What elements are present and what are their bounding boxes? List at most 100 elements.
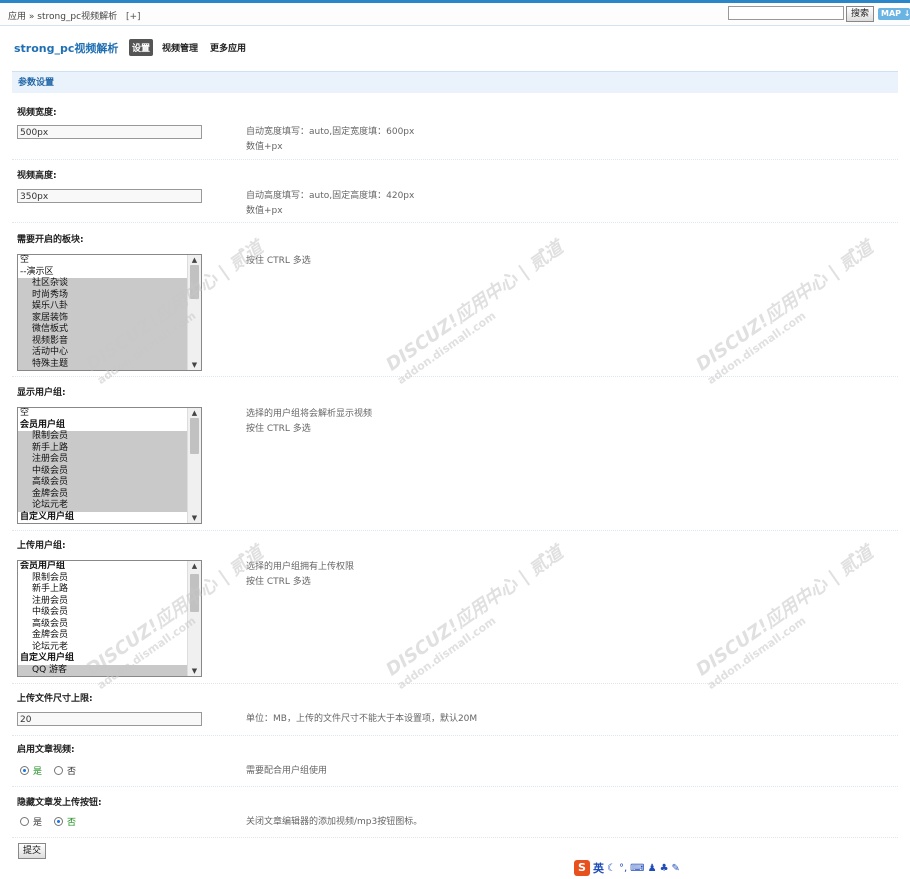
scroll-thumb[interactable] xyxy=(190,265,199,299)
plugin-title: strong_pc视频解析 xyxy=(14,42,119,55)
divider xyxy=(12,683,898,684)
select-option[interactable]: 新手上路 xyxy=(18,584,187,596)
scroll-up-icon[interactable]: ▲ xyxy=(188,408,201,418)
select-option[interactable]: 社区杂谈 xyxy=(18,278,187,290)
select-option[interactable]: 高级会员 xyxy=(18,619,187,631)
upload-groups-select[interactable]: 会员用户组 限制会员 新手上路 注册会员 中级会员 高级会员 金牌会员 论坛元老 自定义用户组 Q… xyxy=(17,560,202,677)
select-option[interactable]: 论坛元老 xyxy=(18,642,187,654)
section-title: 参数设置 xyxy=(12,71,898,93)
scroll-thumb[interactable] xyxy=(190,574,199,612)
divider xyxy=(12,837,898,838)
skin-icon[interactable]: ♣ xyxy=(660,863,669,874)
upload-groups-hint-line2: 按住 CTRL 多选 xyxy=(246,577,311,587)
moon-icon[interactable]: ☾ xyxy=(607,863,616,874)
scroll-down-icon[interactable]: ▼ xyxy=(188,666,201,676)
ime-language-toggle[interactable]: 英 xyxy=(593,860,604,876)
select-option[interactable]: 娱乐八卦 xyxy=(18,301,187,313)
select-option[interactable]: 中级会员 xyxy=(18,465,187,477)
width-hint-line2: 数值+px xyxy=(246,142,283,152)
select-option[interactable]: 自定义用户组 xyxy=(18,653,187,665)
scrollbar[interactable]: ▲ ▼ xyxy=(187,255,201,370)
search-input[interactable] xyxy=(728,6,844,20)
scrollbar[interactable]: ▲ ▼ xyxy=(187,408,201,523)
select-option[interactable]: 会员用户组 xyxy=(18,420,187,432)
select-option[interactable]: 限制会员 xyxy=(18,573,187,585)
scrollbar[interactable]: ▲ ▼ xyxy=(187,561,201,676)
show-groups-options: 空会员用户组 限制会员 新手上路 注册会员 中级会员 高级会员 金牌会员 论坛元老 自定义用户组 xyxy=(18,408,187,523)
select-option[interactable]: 高级会员 xyxy=(18,477,187,489)
width-hint: 自动宽度填写：auto,固定宽度填：600px 数值+px xyxy=(246,125,414,155)
upload-groups-hint-line1: 选择的用户组拥有上传权限 xyxy=(246,562,355,572)
show-groups-select[interactable]: 空会员用户组 限制会员 新手上路 注册会员 中级会员 高级会员 金牌会员 论坛元老 自定义用户组… xyxy=(17,407,202,524)
keyboard-icon[interactable]: ⌨ xyxy=(630,863,644,874)
height-input[interactable]: 350px xyxy=(17,189,202,203)
tab-video-manage[interactable]: 视频管理 xyxy=(159,39,201,56)
divider xyxy=(12,786,898,787)
search-button[interactable]: 搜索 xyxy=(846,6,874,22)
select-option[interactable]: 时尚秀场 xyxy=(18,289,187,301)
forums-options: 空 --演示区 社区杂谈 时尚秀场 娱乐八卦 家居装饰 微信板式 视频影音 活动中心 特殊主题 xyxy=(18,255,187,370)
forums-select[interactable]: 空 --演示区 社区杂谈 时尚秀场 娱乐八卦 家居装饰 微信板式 视频影音 活动中心 特殊主题 ▲… xyxy=(17,254,202,371)
hide-upload-no-radio[interactable] xyxy=(54,817,64,826)
tab-settings[interactable]: 设置 xyxy=(129,39,154,56)
scroll-down-icon[interactable]: ▼ xyxy=(188,513,201,523)
select-option[interactable]: 注册会员 xyxy=(18,596,187,608)
article-video-no-label[interactable]: 否 xyxy=(67,764,76,777)
scroll-up-icon[interactable]: ▲ xyxy=(188,255,201,265)
select-option[interactable]: 特殊主题 xyxy=(18,358,187,370)
select-option[interactable]: 会员用户组 xyxy=(18,561,187,573)
hide-upload-no-label[interactable]: 否 xyxy=(67,815,76,828)
select-option[interactable]: 视频影音 xyxy=(18,335,187,347)
hide-upload-label: 隐藏文章发上传按钮: xyxy=(17,798,102,808)
show-groups-hint-line2: 按住 CTRL 多选 xyxy=(246,424,311,434)
select-option[interactable]: --演示区 xyxy=(18,267,187,279)
article-video-yes-radio[interactable] xyxy=(20,766,29,775)
hide-upload-yes-label[interactable]: 是 xyxy=(33,815,42,828)
breadcrumb-app[interactable]: 应用 xyxy=(8,12,26,22)
article-video-label: 启用文章视频: xyxy=(17,745,75,755)
article-video-no-radio[interactable] xyxy=(54,766,64,775)
select-option[interactable]: 新手上路 xyxy=(18,442,187,454)
select-option[interactable]: 金牌会员 xyxy=(18,630,187,642)
show-groups-label: 显示用户组: xyxy=(17,388,66,398)
breadcrumb: 应用 » strong_pc视频解析 [+] xyxy=(8,9,141,22)
article-video-radios: 是 否 xyxy=(20,764,84,777)
select-option[interactable]: 金牌会员 xyxy=(18,488,187,500)
select-option[interactable]: 注册会员 xyxy=(18,454,187,466)
select-option[interactable]: 活动中心 xyxy=(18,347,187,359)
width-label: 视频宽度: xyxy=(17,108,57,118)
show-groups-hint-line1: 选择的用户组将会解析显示视频 xyxy=(246,409,373,419)
forums-hint: 按住 CTRL 多选 xyxy=(246,256,311,266)
max-size-input[interactable]: 20 xyxy=(17,712,202,726)
article-video-yes-label[interactable]: 是 xyxy=(33,764,42,777)
forums-label: 需要开启的板块: xyxy=(17,235,84,245)
scroll-down-icon[interactable]: ▼ xyxy=(188,360,201,370)
select-option[interactable]: QQ 游客 xyxy=(18,664,187,676)
add-shortcut-link[interactable]: [+] xyxy=(126,12,141,22)
select-option[interactable]: 微信板式 xyxy=(18,324,187,336)
user-icon[interactable]: ♟ xyxy=(648,863,657,874)
map-button[interactable]: MAP ↓ xyxy=(878,8,910,20)
hide-upload-yes-radio[interactable] xyxy=(20,817,29,826)
watermark-logo: DISCUZ!应用中心 | 贰道 addon.dismall.com xyxy=(692,542,878,692)
height-label: 视频高度: xyxy=(17,171,57,181)
divider xyxy=(12,735,898,736)
select-option[interactable]: 限制会员 xyxy=(18,431,187,443)
select-option[interactable]: 自定义用户组 xyxy=(18,512,187,524)
submit-button[interactable]: 提交 xyxy=(18,843,46,859)
height-hint-line2: 数值+px xyxy=(246,206,283,216)
ime-toolbar: S 英 ☾ °, ⌨ ♟ ♣ ✎ xyxy=(574,860,680,876)
tools-icon[interactable]: ✎ xyxy=(672,863,680,874)
select-option[interactable]: 中级会员 xyxy=(18,607,187,619)
scroll-up-icon[interactable]: ▲ xyxy=(188,561,201,571)
select-option[interactable]: 家居装饰 xyxy=(18,312,187,324)
select-option[interactable]: 空 xyxy=(18,408,187,420)
tab-more-apps[interactable]: 更多应用 xyxy=(207,39,249,56)
width-input[interactable]: 500px xyxy=(17,125,202,139)
sogou-logo-icon[interactable]: S xyxy=(574,860,590,876)
article-video-hint: 需要配合用户组使用 xyxy=(246,766,328,776)
scroll-thumb[interactable] xyxy=(190,418,199,454)
select-option[interactable]: 论坛元老 xyxy=(18,500,187,512)
punctuation-icon[interactable]: °, xyxy=(619,863,627,874)
select-option[interactable]: 空 xyxy=(18,255,187,267)
